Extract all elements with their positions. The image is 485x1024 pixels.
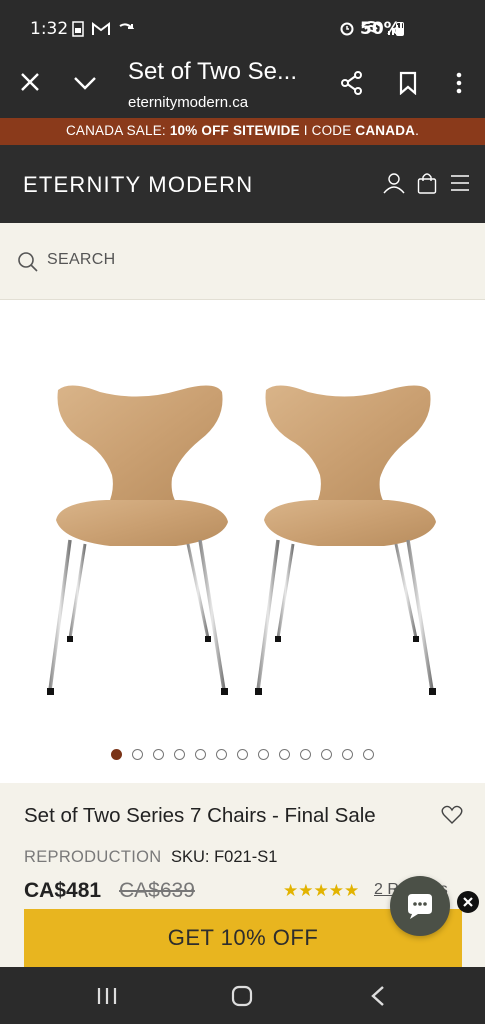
chevron-down-icon[interactable] <box>73 71 97 95</box>
shopping-bag-icon[interactable] <box>417 172 437 194</box>
gallery-dot[interactable] <box>237 749 248 760</box>
wishlist-heart-icon[interactable] <box>441 805 463 825</box>
gallery-dot[interactable] <box>279 749 290 760</box>
bookmark-icon[interactable] <box>396 71 420 95</box>
product-price: CA$481 <box>24 879 102 902</box>
browser-toolbar: Set of Two Se... eternitymodern.ca <box>0 58 485 118</box>
product-gallery[interactable] <box>0 300 485 783</box>
system-navigation-bar <box>0 967 485 1024</box>
reproduction-tag: REPRODUCTION <box>24 848 162 866</box>
gallery-dot[interactable] <box>174 749 185 760</box>
promo-suffix: . <box>415 123 420 138</box>
chat-icon <box>408 894 432 919</box>
chat-widget-button[interactable] <box>390 876 450 936</box>
gmail-icon <box>92 22 110 35</box>
gallery-dot[interactable] <box>363 749 374 760</box>
gallery-dot[interactable] <box>342 749 353 760</box>
product-info: Set of Two Series 7 Chairs - Final Sale … <box>0 783 485 967</box>
promo-prefix: CANADA SALE: <box>65 123 170 138</box>
recent-apps-icon[interactable] <box>95 986 119 1006</box>
search-bar <box>0 223 485 300</box>
more-options-icon[interactable] <box>447 71 471 95</box>
gallery-dot[interactable] <box>153 749 164 760</box>
cast-icon <box>119 23 134 29</box>
gallery-pagination <box>0 749 485 760</box>
promo-code: CANADA <box>355 123 416 138</box>
close-icon <box>463 897 473 907</box>
gallery-dot[interactable] <box>132 749 143 760</box>
gallery-dot[interactable] <box>258 749 269 760</box>
battery-icon <box>396 22 404 36</box>
account-icon[interactable] <box>383 172 405 194</box>
battery-level: 50% <box>360 19 401 39</box>
gallery-dot[interactable] <box>195 749 206 760</box>
gallery-dot[interactable] <box>216 749 227 760</box>
sim-icon <box>72 21 84 37</box>
share-icon[interactable] <box>340 71 364 95</box>
promo-highlight: 10% OFF SITEWIDE <box>169 123 300 138</box>
gallery-dot[interactable] <box>300 749 311 760</box>
gallery-dot[interactable] <box>321 749 332 760</box>
chair-right <box>255 385 436 695</box>
product-title: Set of Two Series 7 Chairs - Final Sale <box>24 804 376 827</box>
promo-middle: I CODE <box>299 123 356 138</box>
search-icon[interactable] <box>17 251 38 272</box>
product-old-price: CA$639 <box>119 879 195 902</box>
site-header: ETERNITY MODERN <box>0 145 485 223</box>
status-time: 1:32 <box>30 19 69 39</box>
chat-close-button[interactable] <box>457 891 479 913</box>
rating-stars: ★★★★★ <box>283 881 360 900</box>
browser-url[interactable]: eternitymodern.ca <box>128 94 248 111</box>
product-image[interactable] <box>0 360 485 720</box>
chair-left <box>47 385 228 695</box>
search-input[interactable] <box>47 251 427 269</box>
notification-icons <box>72 21 134 37</box>
status-bar: 1:32 50% <box>0 0 485 58</box>
promo-banner[interactable]: CANADA SALE: 10% OFF SITEWIDE I CODE CAN… <box>0 118 485 145</box>
gallery-dot[interactable] <box>111 749 122 760</box>
product-sku: SKU: F021-S1 <box>171 848 278 866</box>
close-icon[interactable] <box>18 70 42 94</box>
site-logo[interactable]: ETERNITY MODERN <box>23 172 253 198</box>
alarm-icon <box>340 22 354 36</box>
home-icon[interactable] <box>230 984 254 1008</box>
browser-tab-title: Set of Two Se... <box>128 58 297 85</box>
menu-icon[interactable] <box>450 174 470 192</box>
back-icon[interactable] <box>368 985 388 1007</box>
